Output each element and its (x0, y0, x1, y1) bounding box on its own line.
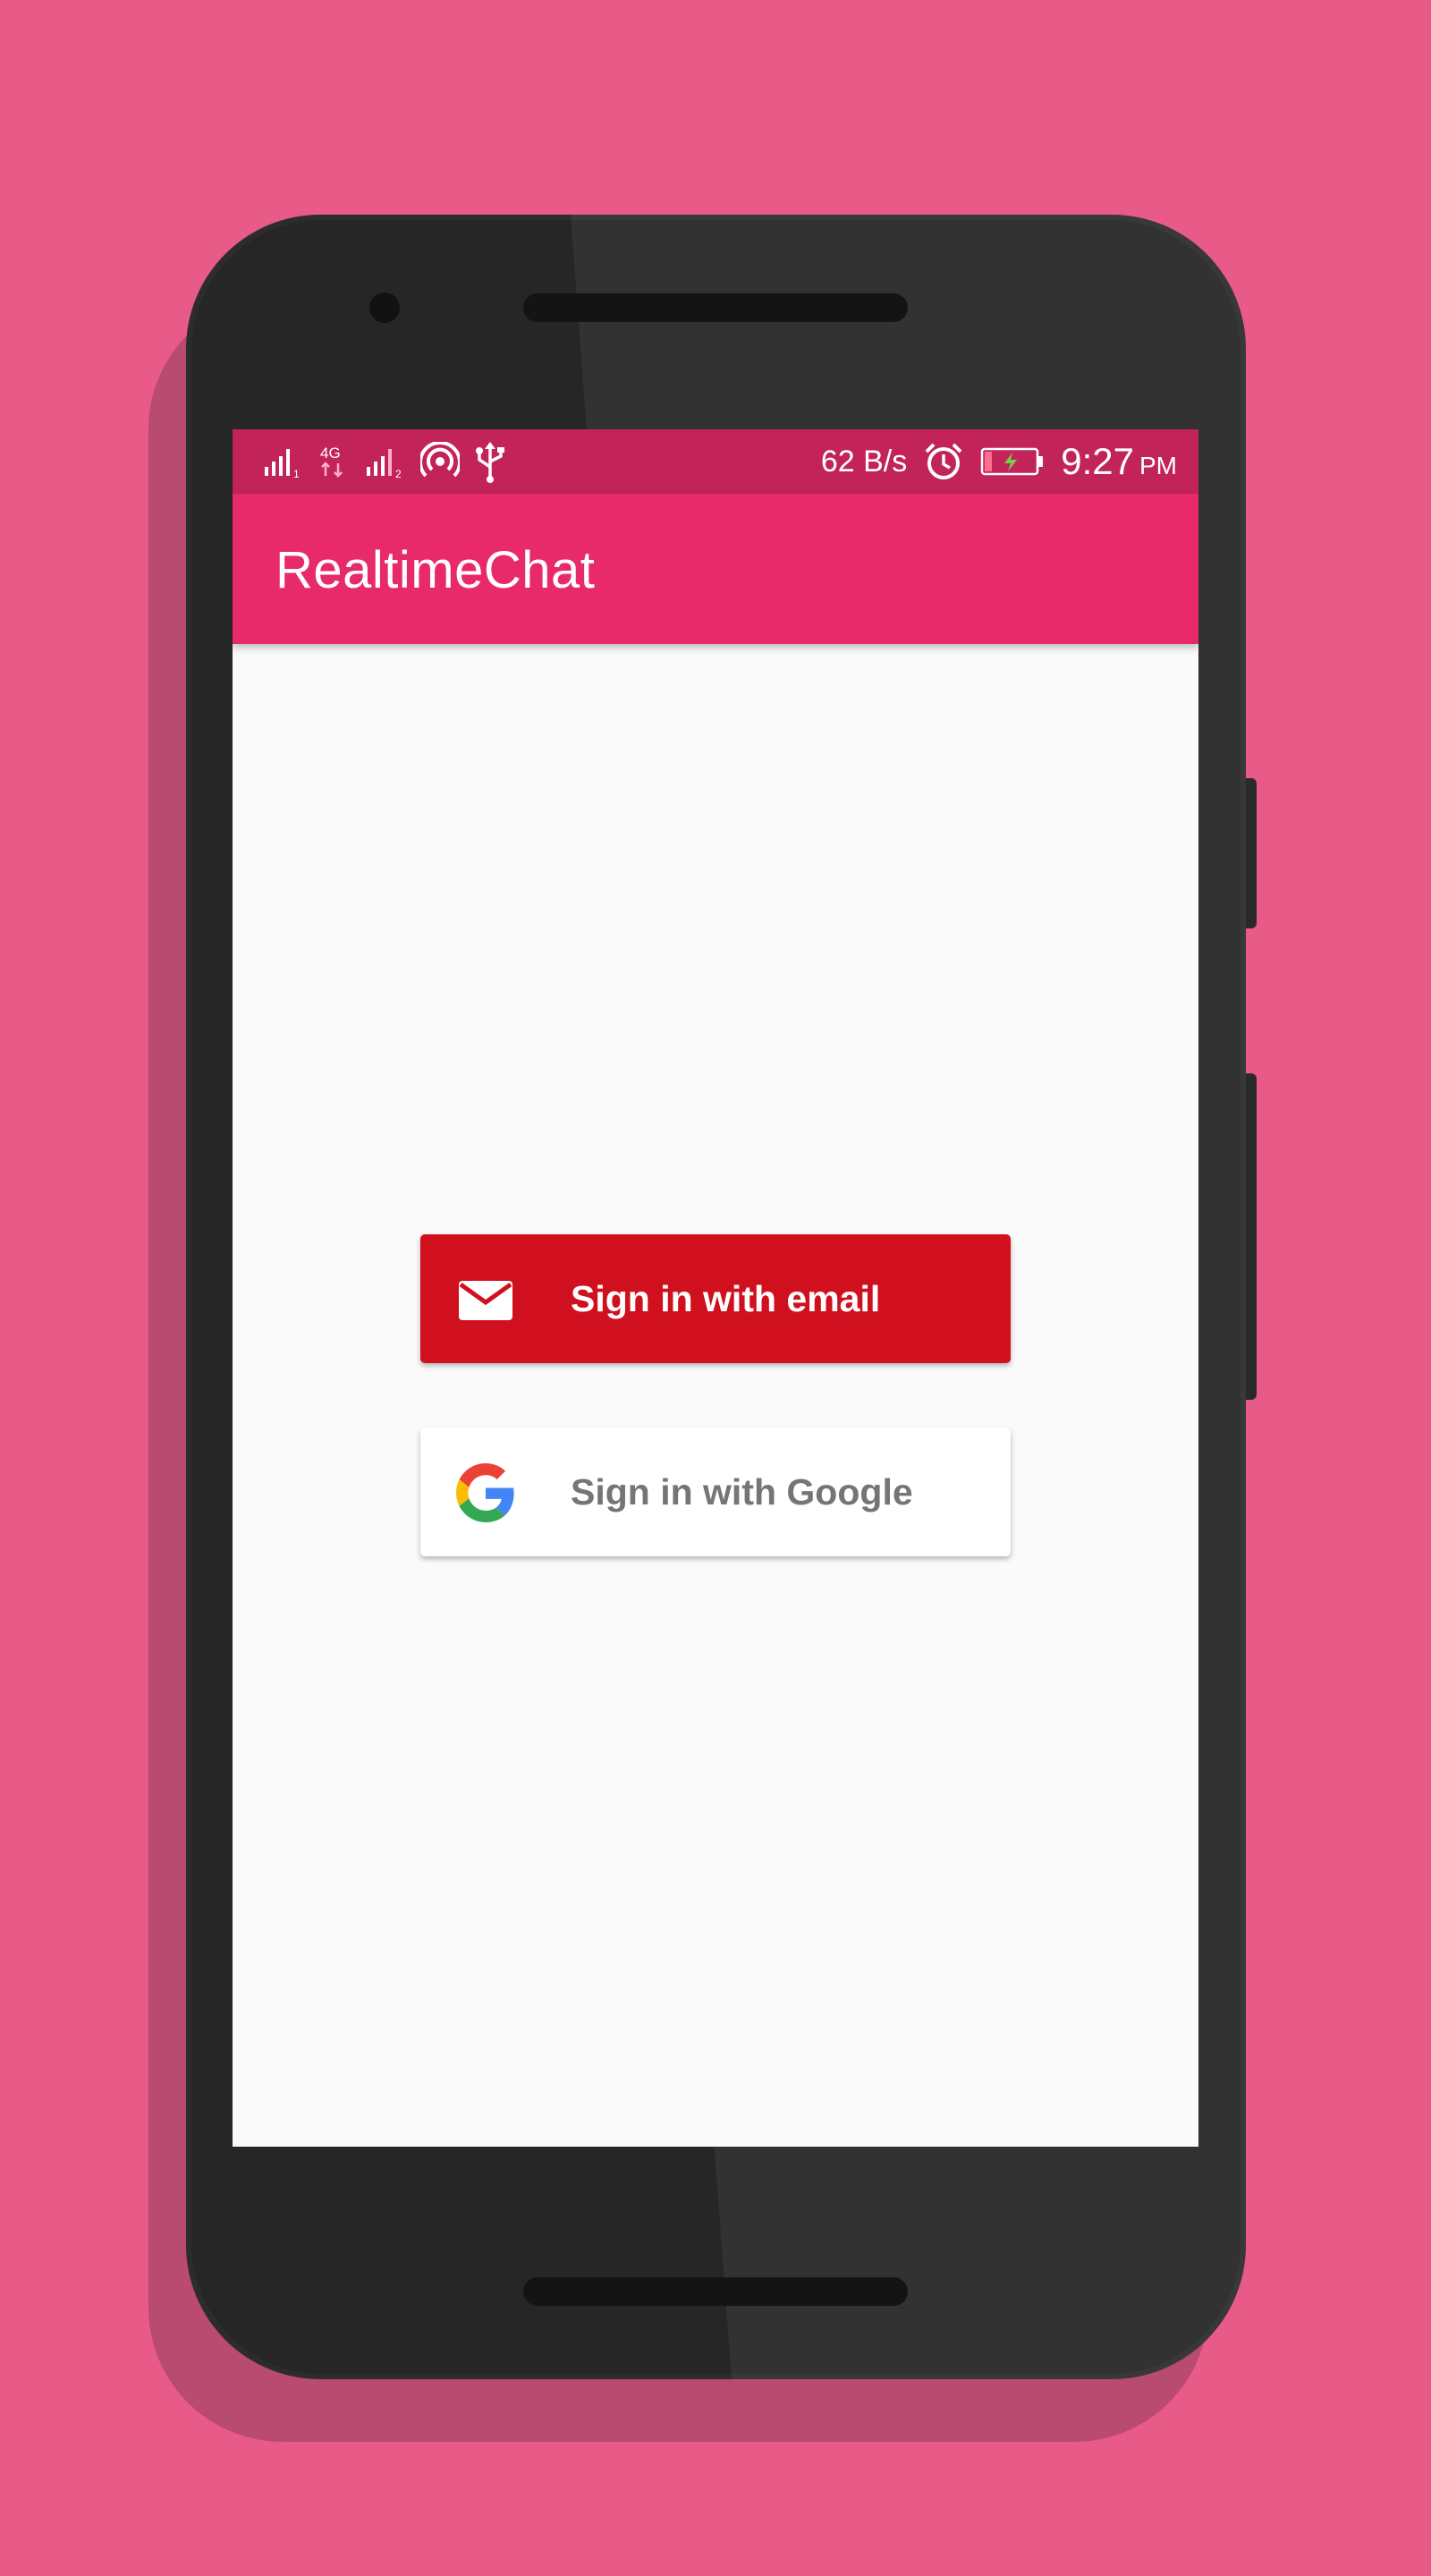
top-speaker (523, 293, 908, 322)
svg-text:2: 2 (395, 468, 402, 479)
signal-sim2-icon: 2 (367, 449, 402, 479)
data-4g-icon: 4G (320, 445, 343, 478)
app-bar: RealtimeChat (233, 494, 1198, 644)
status-bar: 1 4G 2 62 B/s 9:27 PM (233, 429, 1198, 494)
sign-in-google-label: Sign in with Google (571, 1471, 913, 1513)
network-speed: 62 B/s (820, 444, 908, 479)
sign-in-email-button[interactable]: Sign in with email (420, 1234, 1011, 1363)
signal-sim1-icon: 1 (265, 449, 300, 479)
google-logo-icon (456, 1463, 514, 1522)
svg-text:1: 1 (293, 468, 300, 479)
hotspot-icon (420, 442, 460, 478)
sign-in-google-button[interactable]: Sign in with Google (420, 1428, 1011, 1556)
usb-icon (476, 442, 504, 483)
status-icons-left: 1 4G 2 (263, 442, 508, 483)
bottom-speaker (523, 2277, 908, 2306)
status-icons-right: 62 B/s 9:27 PM (821, 429, 1177, 494)
clock-period: PM (1139, 452, 1177, 479)
status-clock: 9:27 PM (1061, 440, 1177, 483)
svg-text:4G: 4G (320, 445, 341, 462)
front-camera (369, 292, 400, 323)
power-button (1246, 778, 1257, 928)
phone-screen: 1 4G 2 62 B/s 9:27 PM RealtimeChat Sign … (233, 429, 1198, 2147)
battery-charging-icon (981, 447, 1044, 476)
app-title: RealtimeChat (275, 541, 596, 599)
volume-button (1246, 1073, 1257, 1400)
clock-time: 9:27 (1061, 440, 1134, 482)
alarm-icon (925, 443, 962, 479)
sign-in-email-label: Sign in with email (571, 1278, 881, 1319)
mail-icon (459, 1281, 512, 1320)
